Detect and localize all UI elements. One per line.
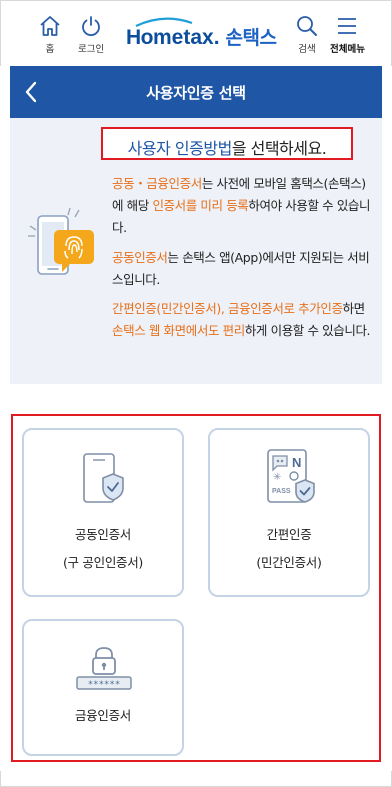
p3-orange-1: 간편인증(민간인증서), 금융인증서로 추가인증 — [112, 301, 343, 316]
full-menu-label: 전체메뉴 — [330, 44, 365, 55]
hamburger-menu-icon — [338, 18, 357, 34]
search-icon — [297, 16, 317, 36]
fingerprint-phone-illustration — [28, 207, 94, 275]
info-paragraph-3: 간편인증(민간인증서), 금융인증서로 추가인증하면 손택스 웹 화면에서도 편… — [112, 298, 374, 342]
p3-orange-2: 손택스 웹 화면에서도 편리 — [112, 323, 245, 338]
simple-auth-apps-icon: N ✳ PASS — [267, 449, 315, 503]
svg-text:✳: ✳ — [273, 472, 281, 483]
headline-rest: 을 선택하세요. — [231, 139, 327, 158]
option-label-2: 간편인증 — [266, 527, 312, 542]
logo-text-sontax: 손택스 — [225, 27, 277, 49]
p1-orange-2: 인증서를 미리 등록 — [152, 198, 249, 213]
search-button[interactable]: 검색 — [295, 15, 319, 55]
p3-text-1: 하면 — [342, 301, 366, 316]
financial-certificate-card[interactable]: ****** 금융인증서 — [22, 619, 184, 756]
logo-text-tax: tax. — [183, 26, 220, 49]
option-sublabel-1: (구 공인인증서) — [62, 555, 144, 570]
padlock-password-icon: ****** — [76, 647, 132, 690]
info-paragraph-1: 공동・금융인증서는 사전에 모바일 홈택스(손택스)에 해당 인증서를 미리 등… — [112, 173, 374, 239]
page-title: 사용자인증 선택 — [146, 84, 246, 102]
search-label: 검색 — [298, 44, 316, 55]
home-button[interactable]: 홈 — [39, 15, 61, 55]
p3-text-2: 하게 이용할 수 있습니다. — [244, 323, 371, 338]
headline-box: 사용자 인증방법을 선택하세요. — [101, 127, 353, 160]
headline-highlight: 사용자 인증방법 — [127, 139, 233, 158]
joint-certificate-card[interactable]: 공동인증서 (구 공인인증서) — [22, 428, 184, 597]
simple-auth-card[interactable]: N ✳ PASS 간편인증 (민간인증서) — [208, 428, 370, 597]
home-icon — [40, 16, 60, 36]
page-bottom-border — [0, 771, 392, 787]
option-label-3: 금융인증서 — [74, 708, 131, 723]
p1-orange-1: 공동・금융인증서 — [112, 176, 202, 191]
logo-text-ho: Ho — [126, 26, 154, 49]
svg-text:******: ****** — [88, 680, 121, 690]
info-panel: 사용자 인증방법을 선택하세요. 공동・금융인증서는 사전에 모바일 홈택스(손… — [10, 118, 382, 384]
svg-text:PASS: PASS — [272, 488, 291, 495]
p2-orange-1: 공동인증서 — [112, 250, 168, 265]
logo-swoosh-icon — [135, 17, 193, 27]
option-label-1: 공동인증서 — [74, 527, 131, 542]
certificate-shield-icon — [83, 453, 124, 503]
option-sublabel-2: (민간인증서) — [256, 555, 322, 570]
logo-text-me: me — [153, 26, 184, 49]
headline: 사용자 인증방법을 선택하세요. — [103, 135, 351, 159]
login-button[interactable]: 로그인 — [78, 15, 104, 55]
auth-method-selection: 공동인증서 (구 공인인증서) N ✳ PASS 간편인증 (민간인증서) **… — [11, 414, 381, 762]
top-header: 홈 로그인 Ho me tax. 손택스 검색 전체메뉴 — [0, 0, 392, 66]
hometax-logo[interactable]: Ho me tax. 손택스 — [126, 17, 277, 50]
page-title-bar: 사용자인증 선택 — [10, 66, 382, 118]
full-menu-button[interactable]: 전체메뉴 — [330, 15, 365, 55]
login-label: 로그인 — [78, 44, 105, 55]
power-icon — [82, 16, 100, 37]
info-paragraph-2: 공동인증서는 손택스 앱(App)에서만 지원되는 서비스입니다. — [112, 247, 374, 291]
home-label: 홈 — [45, 44, 55, 55]
svg-text:N: N — [292, 455, 301, 470]
